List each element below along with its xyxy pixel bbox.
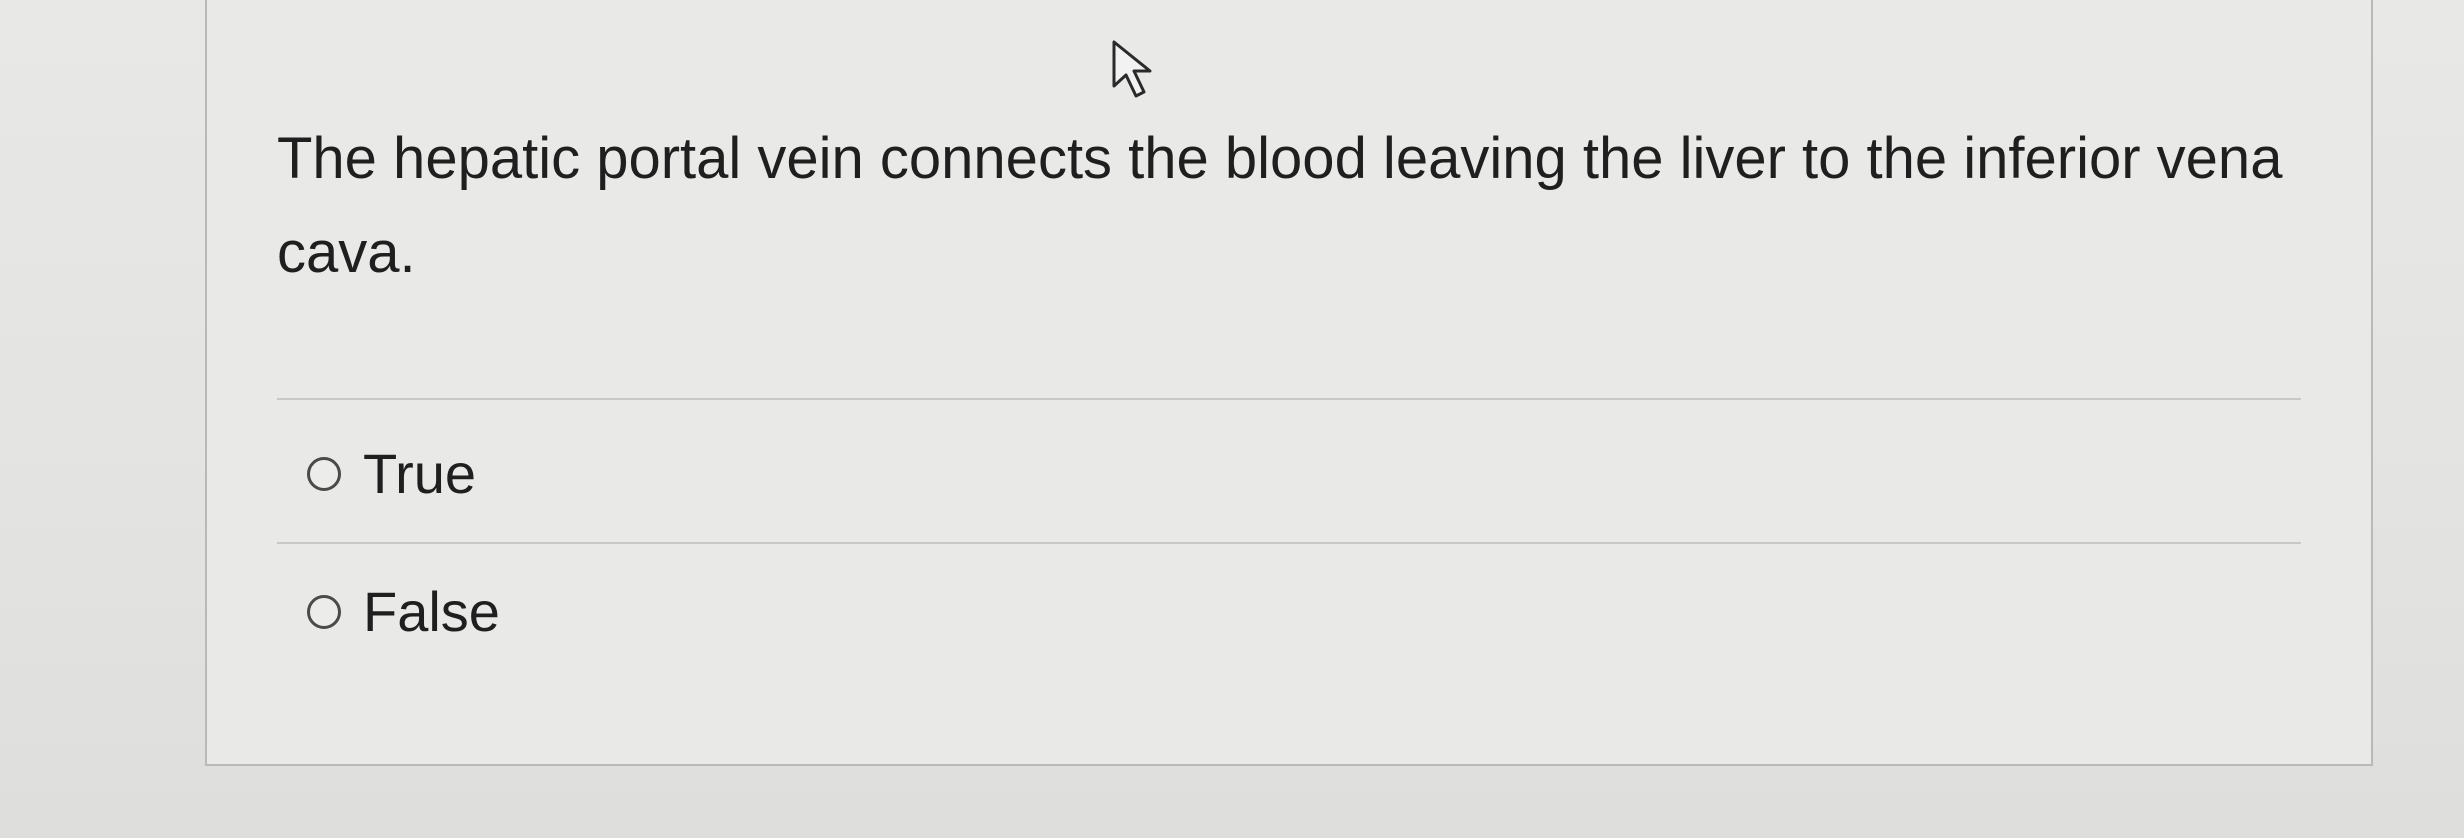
radio-unselected-icon[interactable] — [307, 595, 341, 629]
option-label[interactable]: False — [363, 578, 500, 646]
divider — [277, 542, 2301, 544]
option-false[interactable]: False — [307, 578, 500, 646]
mouse-pointer-icon — [1112, 40, 1152, 98]
page: The hepatic portal vein connects the blo… — [0, 0, 2464, 838]
option-true[interactable]: True — [307, 440, 476, 508]
divider — [277, 398, 2301, 400]
option-label[interactable]: True — [363, 440, 476, 508]
radio-unselected-icon[interactable] — [307, 457, 341, 491]
question-text: The hepatic portal vein connects the blo… — [277, 126, 2283, 285]
question-card: The hepatic portal vein connects the blo… — [205, 0, 2373, 766]
